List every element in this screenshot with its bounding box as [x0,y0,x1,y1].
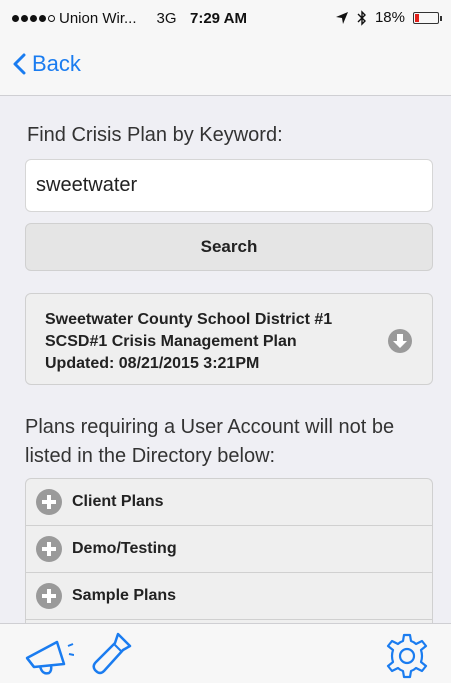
bluetooth-icon [357,9,366,26]
network-type: 3G [156,10,177,27]
result-plan-name: SCSD#1 Crisis Management Plan [45,333,297,350]
chevron-left-icon [13,53,26,75]
battery-fill [415,13,419,22]
search-label: Find Crisis Plan by Keyword: [27,124,283,146]
search-button[interactable]: Search [25,223,433,271]
directory-item-client-plans[interactable]: Client Plans [26,479,432,526]
status-time: 7:29 AM [190,10,247,27]
location-arrow-icon [335,11,348,24]
directory-item-label: Sample Plans [72,587,177,604]
back-label: Back [32,51,81,76]
status-right: 18% [335,9,442,26]
directory-item-label: Demo/Testing [72,540,177,557]
expand-plus-icon [36,489,62,515]
back-button[interactable]: Back [12,51,81,77]
status-bar: Union Wir... 3G 7:29 AM 18% [0,0,451,36]
result-updated: Updated: 08/21/2015 3:21PM [45,355,260,372]
carrier-name: Union Wir... [59,10,137,27]
directory-item-demo-testing[interactable]: Demo/Testing [26,526,432,573]
navigation-bar: Back [0,36,451,96]
carrier-info: Union Wir... 3G [12,10,177,27]
signal-strength-icon [12,15,55,22]
expand-plus-icon [36,583,62,609]
keyword-search-input[interactable] [25,159,433,212]
search-result-card[interactable]: Sweetwater County School District #1 SCS… [25,293,433,385]
result-district: Sweetwater County School District #1 [45,311,333,328]
result-text: Sweetwater County School District #1 SCS… [45,309,332,375]
battery-icon [413,11,442,24]
download-icon[interactable] [388,329,412,353]
directory-notice: Plans requiring a User Account will not … [25,416,395,467]
directory-item-sample-plans[interactable]: Sample Plans [26,573,432,620]
battery-percent: 18% [374,9,405,26]
flashlight-icon[interactable] [92,632,132,678]
megaphone-icon[interactable] [24,634,74,678]
bottom-toolbar [0,623,451,683]
expand-plus-icon [36,536,62,562]
gear-icon[interactable] [383,632,431,680]
plan-directory: Client Plans Demo/Testing Sample Plans [25,478,433,628]
directory-item-label: Client Plans [72,493,164,510]
